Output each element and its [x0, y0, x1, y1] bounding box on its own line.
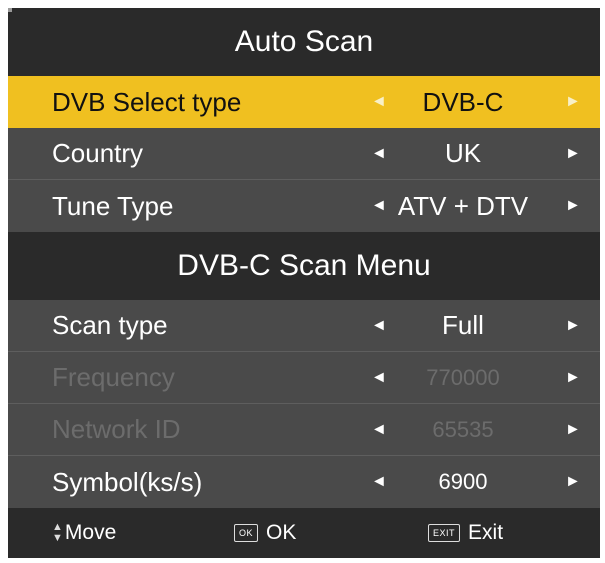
right-arrow-icon[interactable]: ► — [565, 145, 581, 163]
tune-type-value: ATV + DTV — [397, 190, 529, 221]
left-arrow-icon[interactable]: ◄ — [371, 421, 387, 439]
left-arrow-icon[interactable]: ◄ — [371, 93, 387, 111]
left-arrow-icon[interactable]: ◄ — [371, 197, 387, 215]
country-row[interactable]: Country ◄ UK ► — [8, 128, 600, 180]
menu-title-bar: Auto Scan — [8, 8, 600, 76]
auto-scan-menu: Auto Scan DVB Select type ◄ DVB-C ► Coun… — [8, 8, 600, 558]
symbol-rate-row[interactable]: Symbol(ks/s) ◄ 6900 ► — [8, 456, 600, 508]
dvb-select-type-row[interactable]: DVB Select type ◄ DVB-C ► — [8, 76, 600, 128]
right-arrow-icon[interactable]: ► — [565, 473, 581, 491]
right-arrow-icon[interactable]: ► — [565, 369, 581, 387]
section-title-bar: DVB-C Scan Menu — [8, 232, 600, 300]
corner-marker — [8, 8, 12, 12]
dvb-select-type-value: DVB-C — [422, 86, 504, 117]
frequency-row[interactable]: Frequency ◄ 770000 ► — [8, 352, 600, 404]
exit-hint: EXIT Exit — [428, 508, 503, 558]
exit-key-icon: EXIT — [428, 524, 461, 542]
left-arrow-icon[interactable]: ◄ — [371, 473, 387, 491]
scan-type-row[interactable]: Scan type ◄ Full ► — [8, 300, 600, 352]
move-hint-label: Move — [64, 521, 117, 544]
scan-type-label: Scan type — [52, 310, 168, 340]
exit-hint-label: Exit — [468, 521, 504, 544]
footer-bar: ▲ ▼ Move OK OK EXIT Exit — [8, 508, 600, 558]
network-id-value: 65535 — [432, 416, 494, 442]
menu-title: Auto Scan — [234, 25, 374, 58]
symbol-rate-label: Symbol(ks/s) — [52, 466, 203, 497]
ok-hint: OK OK — [234, 508, 296, 558]
left-arrow-icon[interactable]: ◄ — [371, 317, 387, 335]
left-arrow-icon[interactable]: ◄ — [371, 369, 387, 387]
symbol-rate-value: 6900 — [438, 469, 488, 494]
frequency-label: Frequency — [52, 362, 175, 392]
section-title: DVB-C Scan Menu — [177, 249, 431, 282]
dvb-select-type-label: DVB Select type — [52, 86, 242, 117]
tune-type-row[interactable]: Tune Type ◄ ATV + DTV ► — [8, 180, 600, 232]
right-arrow-icon[interactable]: ► — [565, 421, 581, 439]
scan-type-value: Full — [442, 310, 484, 340]
country-label: Country — [52, 138, 144, 168]
tune-type-label: Tune Type — [52, 190, 174, 221]
frequency-value: 770000 — [426, 364, 500, 390]
right-arrow-icon[interactable]: ► — [565, 317, 581, 335]
network-id-row[interactable]: Network ID ◄ 65535 ► — [8, 404, 600, 456]
network-id-label: Network ID — [52, 414, 181, 444]
left-arrow-icon[interactable]: ◄ — [371, 145, 387, 163]
ok-key-icon: OK — [234, 524, 259, 542]
right-arrow-icon[interactable]: ► — [565, 93, 581, 111]
country-value: UK — [444, 138, 482, 168]
up-down-arrows-icon: ▲ ▼ — [52, 521, 63, 544]
right-arrow-icon[interactable]: ► — [565, 197, 581, 215]
move-hint: ▲ ▼ Move — [52, 508, 116, 558]
ok-hint-label: OK — [266, 521, 297, 544]
